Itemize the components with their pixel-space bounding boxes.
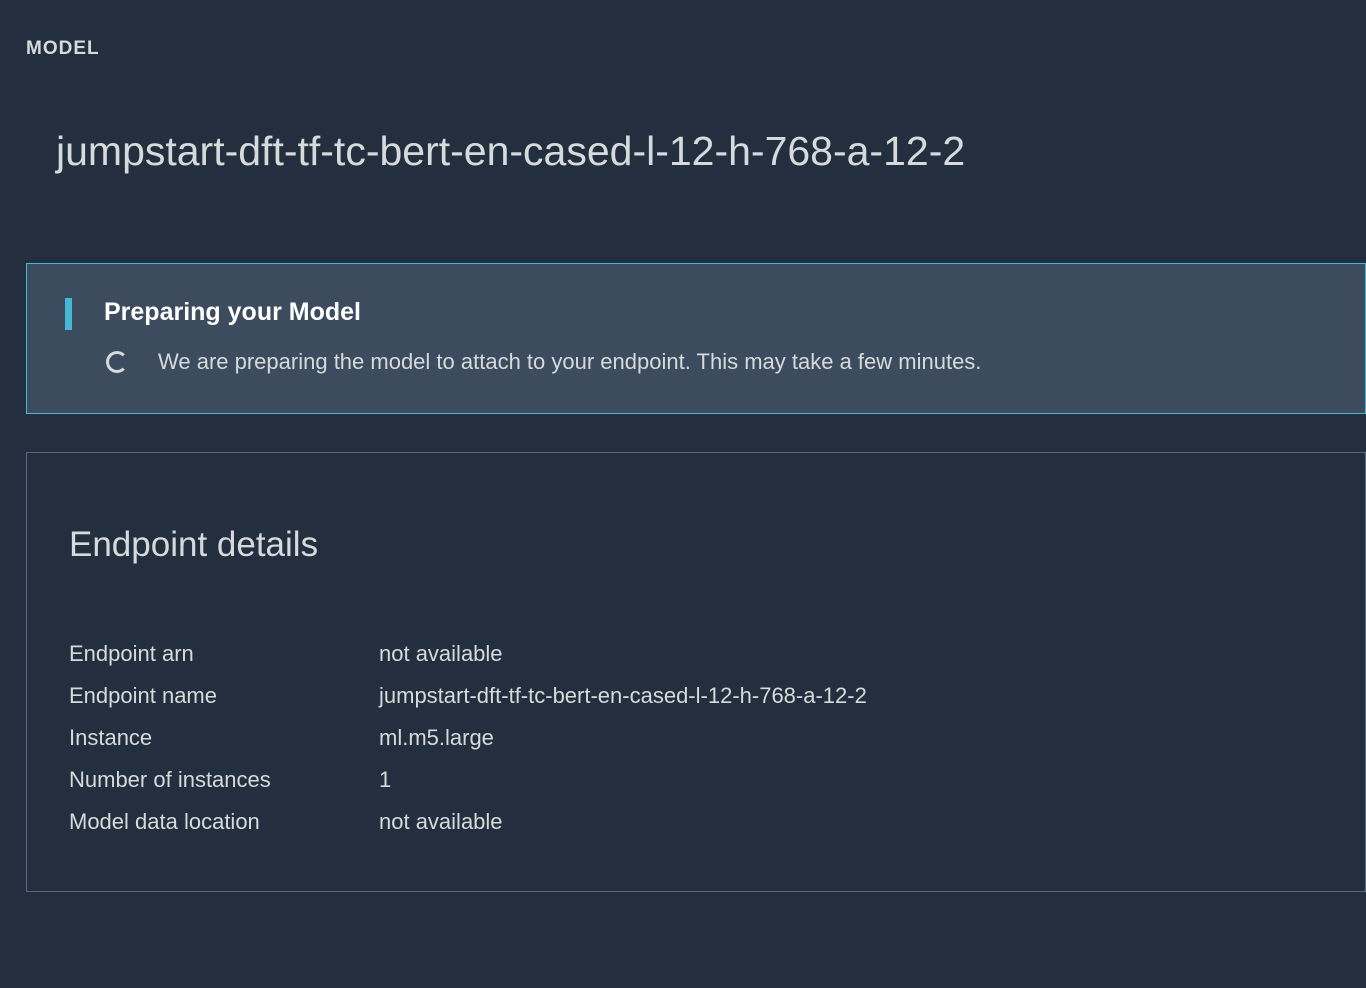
detail-label-model-data-location: Model data location [69, 801, 379, 843]
details-row: Endpoint name jumpstart-dft-tf-tc-bert-e… [69, 675, 1323, 717]
detail-value-endpoint-arn: not available [379, 633, 1323, 675]
detail-value-num-instances: 1 [379, 759, 1323, 801]
details-row: Instance ml.m5.large [69, 717, 1323, 759]
status-panel: Preparing your Model We are preparing th… [26, 263, 1366, 414]
detail-value-model-data-location: not available [379, 801, 1323, 843]
endpoint-details-panel: Endpoint details Endpoint arn not availa… [26, 452, 1366, 892]
details-row: Number of instances 1 [69, 759, 1323, 801]
details-table: Endpoint arn not available Endpoint name… [69, 633, 1323, 843]
detail-label-endpoint-name: Endpoint name [69, 675, 379, 717]
status-message: We are preparing the model to attach to … [158, 349, 981, 375]
details-row: Endpoint arn not available [69, 633, 1323, 675]
status-accent-bar [65, 298, 72, 330]
details-section-title: Endpoint details [69, 525, 1323, 565]
detail-value-endpoint-name: jumpstart-dft-tf-tc-bert-en-cased-l-12-h… [379, 675, 1323, 717]
status-title: Preparing your Model [104, 298, 1365, 327]
detail-label-endpoint-arn: Endpoint arn [69, 633, 379, 675]
breadcrumb[interactable]: MODEL [0, 0, 1366, 60]
detail-value-instance: ml.m5.large [379, 717, 1323, 759]
model-title: jumpstart-dft-tf-tc-bert-en-cased-l-12-h… [0, 60, 1366, 175]
loading-spinner-icon [106, 351, 128, 373]
detail-label-instance: Instance [69, 717, 379, 759]
details-row: Model data location not available [69, 801, 1323, 843]
detail-label-num-instances: Number of instances [69, 759, 379, 801]
